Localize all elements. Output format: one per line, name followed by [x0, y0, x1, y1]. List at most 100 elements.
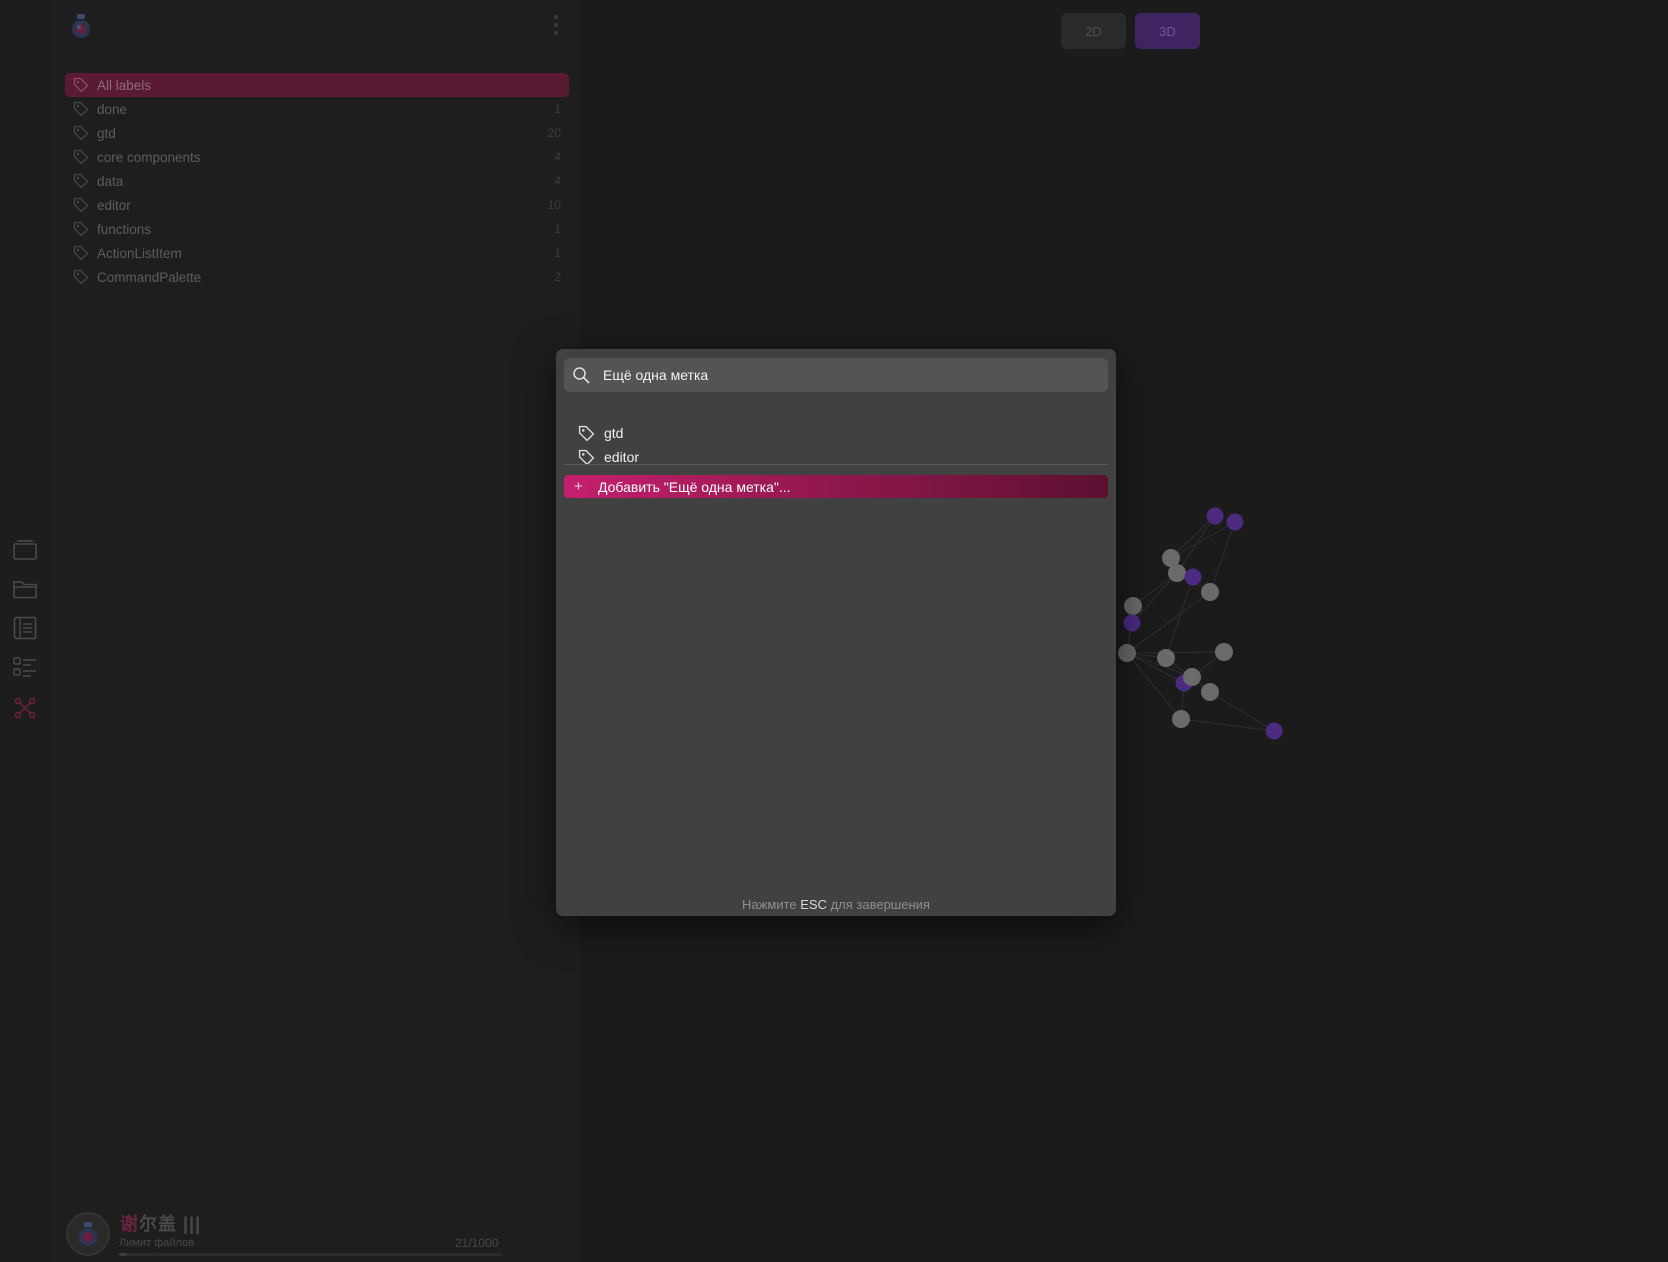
divider — [564, 464, 1108, 465]
suggestion-item[interactable]: gtd — [578, 421, 1098, 445]
tag-icon — [73, 245, 89, 261]
graph-node — [1118, 644, 1136, 662]
graph-edge — [1180, 718, 1275, 732]
label-item-data[interactable]: data 4 — [65, 169, 569, 193]
graph-node — [1215, 643, 1233, 661]
graph-node — [1226, 513, 1244, 531]
icon-rail — [0, 0, 51, 1262]
graph-edge — [1176, 572, 1211, 593]
graph-edge — [1126, 652, 1167, 659]
file-limit-progress — [119, 1253, 502, 1256]
graph-edge — [1209, 691, 1275, 732]
checklist-icon[interactable] — [12, 655, 38, 681]
label-count: 10 — [547, 198, 561, 212]
tag-icon — [73, 125, 89, 141]
label-name: CommandPalette — [97, 269, 202, 285]
tag-icon — [73, 221, 89, 237]
graph-edge — [1131, 572, 1178, 624]
label-search-input[interactable] — [603, 367, 1083, 383]
label-count: 4 — [554, 174, 561, 188]
graph-edge — [1170, 521, 1236, 559]
graph-edge — [1191, 676, 1211, 693]
label-count: 20 — [547, 126, 561, 140]
graph-node — [1265, 722, 1283, 740]
graph-node — [1162, 549, 1180, 567]
user-name: 谢尔盖 ||| — [120, 1210, 201, 1236]
avatar[interactable] — [66, 1212, 110, 1256]
suggestion-label: gtd — [604, 425, 624, 441]
graph-edge — [1209, 521, 1236, 593]
graph-node — [1168, 564, 1186, 582]
graph-edge — [1165, 576, 1194, 659]
graph-edge — [1126, 652, 1193, 678]
graph-node — [1124, 597, 1142, 615]
suggestion-label: editor — [604, 449, 640, 465]
graph-node — [1123, 614, 1141, 632]
label-name: done — [97, 101, 128, 117]
search-icon — [573, 367, 590, 384]
label-item-functions[interactable]: functions 1 — [65, 217, 569, 241]
graph-node — [1172, 710, 1190, 728]
graph-node — [1175, 674, 1193, 692]
label-name: All labels — [97, 77, 152, 93]
label-item-gtd[interactable]: gtd 20 — [65, 121, 569, 145]
tag-icon — [73, 149, 89, 165]
label-item-commandpalette[interactable]: CommandPalette 2 — [65, 265, 569, 289]
inbox-icon[interactable] — [12, 536, 38, 562]
app-logo — [67, 12, 95, 40]
graph-edge — [1180, 682, 1185, 720]
add-label-button[interactable]: + Добавить "Ещё одна метка"... — [564, 475, 1108, 498]
graph-icon[interactable] — [12, 695, 38, 721]
label-item-editor[interactable]: editor 10 — [65, 193, 569, 217]
notes-list-icon[interactable] — [12, 615, 38, 641]
label-list: All labels done 1 gtd 20 core components… — [65, 73, 569, 289]
label-name: data — [97, 173, 124, 189]
label-name: gtd — [97, 125, 116, 141]
suggestion-item[interactable]: editor — [578, 445, 1098, 469]
view-3d-button[interactable]: 3D — [1135, 13, 1200, 49]
graph-edge — [1132, 572, 1178, 607]
graph-edge — [1170, 515, 1216, 559]
tag-icon — [73, 77, 89, 93]
graph-node — [1183, 668, 1201, 686]
add-label-text: Добавить "Ещё одна метка"... — [598, 478, 791, 495]
file-limit-count: 21/1000 — [455, 1236, 499, 1250]
label-name: functions — [97, 221, 152, 237]
graph-node — [1184, 568, 1202, 586]
graph-edge — [1176, 515, 1216, 574]
esc-hint: Нажмите ESC для завершения — [556, 897, 1116, 912]
tag-icon — [578, 449, 595, 465]
label-count: 1 — [554, 246, 561, 260]
graph-edge — [1126, 622, 1133, 654]
tag-icon — [73, 173, 89, 189]
file-limit-progress-fill — [119, 1253, 128, 1256]
app: All labels done 1 gtd 20 core components… — [0, 0, 1668, 1262]
folder-icon[interactable] — [12, 576, 38, 602]
label-count: 1 — [554, 222, 561, 236]
graph-node — [1201, 583, 1219, 601]
graph-edge — [1165, 657, 1193, 678]
graph-edge — [1126, 652, 1182, 720]
graph-node — [1157, 649, 1175, 667]
label-item-actionlistitem[interactable]: ActionListItem 1 — [65, 241, 569, 265]
hint-prefix: Нажмите — [742, 897, 797, 912]
label-count: 4 — [554, 150, 561, 164]
hint-key: ESC — [800, 897, 827, 912]
label-name: ActionListItem — [97, 245, 182, 261]
label-item-all[interactable]: All labels — [65, 73, 569, 97]
more-menu-icon[interactable] — [548, 12, 564, 38]
label-search-box — [564, 358, 1108, 392]
label-item-done[interactable]: done 1 — [65, 97, 569, 121]
tag-icon — [73, 101, 89, 117]
graph-edge — [1126, 591, 1211, 654]
hint-suffix: для завершения — [830, 897, 930, 912]
label-count: 1 — [554, 102, 561, 116]
file-limit-label: Лимит файлов — [119, 1237, 194, 1249]
label-count: 2 — [554, 270, 561, 284]
label-name: editor — [97, 197, 131, 213]
graph-edge — [1126, 652, 1185, 684]
label-item-core-components[interactable]: core components 4 — [65, 145, 569, 169]
tag-icon — [73, 197, 89, 213]
plus-icon: + — [574, 478, 583, 495]
view-2d-button[interactable]: 2D — [1061, 13, 1126, 49]
